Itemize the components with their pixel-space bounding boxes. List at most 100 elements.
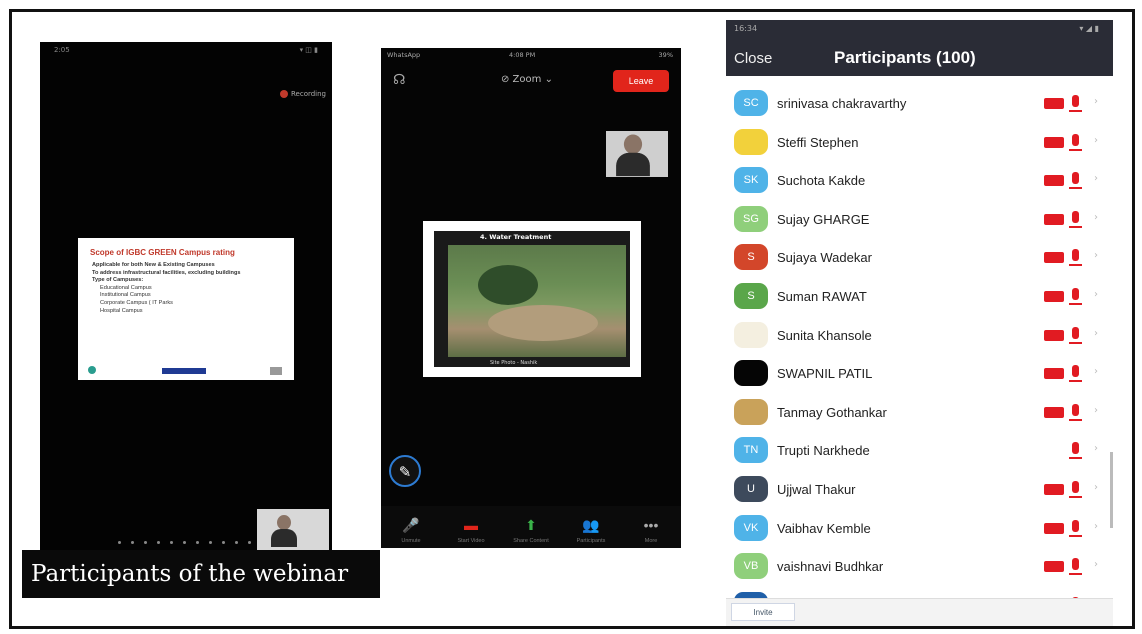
- participant-avatar: TN: [734, 437, 768, 464]
- participant-avatar: SG: [734, 205, 768, 232]
- participant-name: SWAPNIL PATIL: [777, 366, 873, 382]
- meeting-toolbar: 🎤 Unmute ▬ Start Video ⬆ Share Content 👥 Partic…: [381, 506, 681, 548]
- status-bar: 2:05 ▾ ◫ ▮: [40, 42, 332, 58]
- participant-name: Sujay GHARGE: [777, 211, 870, 227]
- mic-muted-icon: [1069, 481, 1082, 498]
- participant-name: srinivasa chakravarthy: [777, 96, 907, 111]
- page-dots: [118, 541, 251, 544]
- participant-row[interactable]: TN Trupti Narkhede ›: [726, 433, 1113, 471]
- self-video-thumbnail[interactable]: [257, 509, 329, 551]
- annotate-pencil-icon[interactable]: ✎: [389, 455, 421, 487]
- chevron-right-icon: ›: [1094, 173, 1098, 185]
- video-off-icon: [1044, 522, 1064, 534]
- chevron-right-icon: ›: [1094, 327, 1098, 339]
- slide-bullet: Type of Campuses:: [92, 277, 144, 284]
- toolbar-label: More: [644, 538, 658, 544]
- participant-avatar: SK: [734, 167, 768, 194]
- video-off-icon: [1044, 175, 1064, 187]
- scrollbar[interactable]: [1110, 452, 1113, 528]
- chevron-right-icon: ›: [1094, 366, 1098, 378]
- invite-button[interactable]: Invite: [731, 603, 795, 621]
- igbc-logo-icon: [88, 366, 96, 374]
- chevron-right-icon: ›: [1094, 134, 1098, 146]
- participant-name: Suman RAWAT: [777, 289, 867, 304]
- participant-row[interactable]: U Ujjwal Thakur ›: [726, 472, 1113, 510]
- shared-slide-caption: Site Photo - Nashik: [490, 360, 538, 366]
- video-off-icon: [1044, 291, 1064, 302]
- toolbar-label: Start Video: [457, 538, 485, 544]
- video-off-icon: [1044, 213, 1064, 225]
- status-time: 4:08 PM: [509, 51, 536, 59]
- zoom-menu[interactable]: ⊘ Zoom ⌄: [501, 74, 553, 85]
- slide-bullet-list: Applicable for both New & Existing Campu…: [92, 262, 288, 315]
- mic-muted-icon: [1069, 288, 1082, 305]
- close-button[interactable]: Close: [734, 50, 772, 67]
- more-icon: •••: [643, 517, 659, 533]
- participant-row[interactable]: SK Suchota Kakde ›: [726, 163, 1113, 201]
- participant-row[interactable]: Tanmay Gothankar ›: [726, 395, 1113, 433]
- video-off-icon: [1044, 406, 1064, 418]
- mic-muted-icon: [1069, 326, 1082, 344]
- participant-name: Tanmay Gothankar: [777, 404, 887, 420]
- share-icon: ⬆: [525, 517, 537, 533]
- speaker-video-thumbnail[interactable]: [606, 131, 668, 177]
- participant-name: Sunita Khansole: [777, 327, 872, 343]
- recording-label: Recording: [290, 90, 326, 98]
- toolbar-label: Participants: [576, 538, 606, 544]
- headphone-icon[interactable]: ☊: [393, 72, 409, 88]
- slide-title: Scope of IGBC GREEN Campus rating: [90, 248, 235, 257]
- status-back-app: WhatsApp: [387, 51, 421, 59]
- person-avatar: [271, 515, 297, 547]
- participant-name: Steffi Stephen: [777, 134, 859, 150]
- participant-row[interactable]: S Suman RAWAT ›: [726, 279, 1113, 317]
- slide-bullet: Institutional Campus: [100, 292, 151, 299]
- toolbar-share-button[interactable]: ⬆ Share Content: [501, 506, 561, 548]
- mic-muted-icon: [1069, 365, 1082, 383]
- chevron-right-icon: ›: [1094, 211, 1098, 223]
- chevron-right-icon: ›: [1094, 96, 1098, 107]
- slide-bullet: Hospital Campus: [100, 307, 143, 314]
- video-off-icon: [1044, 252, 1064, 264]
- slide-footer-bar: [162, 368, 206, 374]
- phone-screen-participants: 16:34 ▾ ◢ ▮ Close Participants (100) SC s…: [726, 20, 1113, 626]
- participant-row[interactable]: SWAPNIL PATIL ›: [726, 356, 1113, 394]
- cii-logo-icon: [270, 367, 282, 375]
- leave-button[interactable]: Leave: [613, 70, 669, 92]
- chevron-right-icon: ›: [1094, 250, 1098, 262]
- participant-name: Trupti Narkhede: [777, 443, 870, 459]
- mic-muted-icon: [1069, 210, 1082, 228]
- participant-row[interactable]: VK Vaibhav Kemble ›: [726, 511, 1113, 549]
- participants-footer: Invite: [726, 598, 1113, 626]
- video-off-icon: [1044, 484, 1064, 495]
- participant-row[interactable]: Sunita Khansole ›: [726, 318, 1113, 356]
- mic-muted-icon: [1069, 519, 1082, 537]
- shared-slide-image: 4. Water Treatment Site Photo - Nashik: [434, 231, 630, 367]
- participant-row[interactable]: SG Sujay GHARGE ›: [726, 202, 1113, 240]
- participant-avatar: VB: [734, 553, 768, 580]
- toolbar-label: Share Content: [513, 538, 549, 544]
- participants-header: 16:34 ▾ ◢ ▮ Close Participants (100): [726, 20, 1113, 76]
- toolbar-more-button[interactable]: ••• More: [621, 506, 681, 548]
- participant-row[interactable]: Steffi Stephen ›: [726, 125, 1113, 163]
- status-bar: WhatsApp 4:08 PM 39%: [381, 48, 681, 62]
- slide-bullet: Applicable for both New & Existing Campu…: [92, 262, 215, 268]
- toolbar-participants-button[interactable]: 👥 Participants: [561, 506, 621, 548]
- shared-screen: 4. Water Treatment Site Photo - Nashik: [423, 221, 641, 377]
- participant-avatar: [734, 128, 768, 155]
- toolbar-video-off-button[interactable]: ▬ Start Video: [441, 506, 501, 548]
- participant-name: Suchota Kakde: [777, 173, 866, 189]
- participants-icon: 👥: [582, 517, 600, 533]
- slide-bullet: To address infrastructural facilities, e…: [92, 269, 241, 276]
- mic-muted-icon: [1069, 558, 1082, 576]
- mic-muted-icon: [1069, 442, 1082, 460]
- toolbar-mic-off-button[interactable]: 🎤 Unmute: [381, 506, 441, 548]
- mic-muted-icon: [1069, 95, 1082, 112]
- status-icons: ▾ ◫ ▮: [299, 46, 318, 54]
- participant-row[interactable]: VB vaishnavi Budhkar ›: [726, 549, 1113, 587]
- status-time: 2:05: [54, 46, 70, 54]
- chevron-right-icon: ›: [1094, 520, 1098, 532]
- participant-avatar: SC: [734, 90, 768, 116]
- participant-row[interactable]: SC srinivasa chakravarthy ›: [726, 86, 1113, 124]
- participant-row[interactable]: S Sujaya Wadekar ›: [726, 240, 1113, 278]
- video-off-icon: [1044, 329, 1064, 341]
